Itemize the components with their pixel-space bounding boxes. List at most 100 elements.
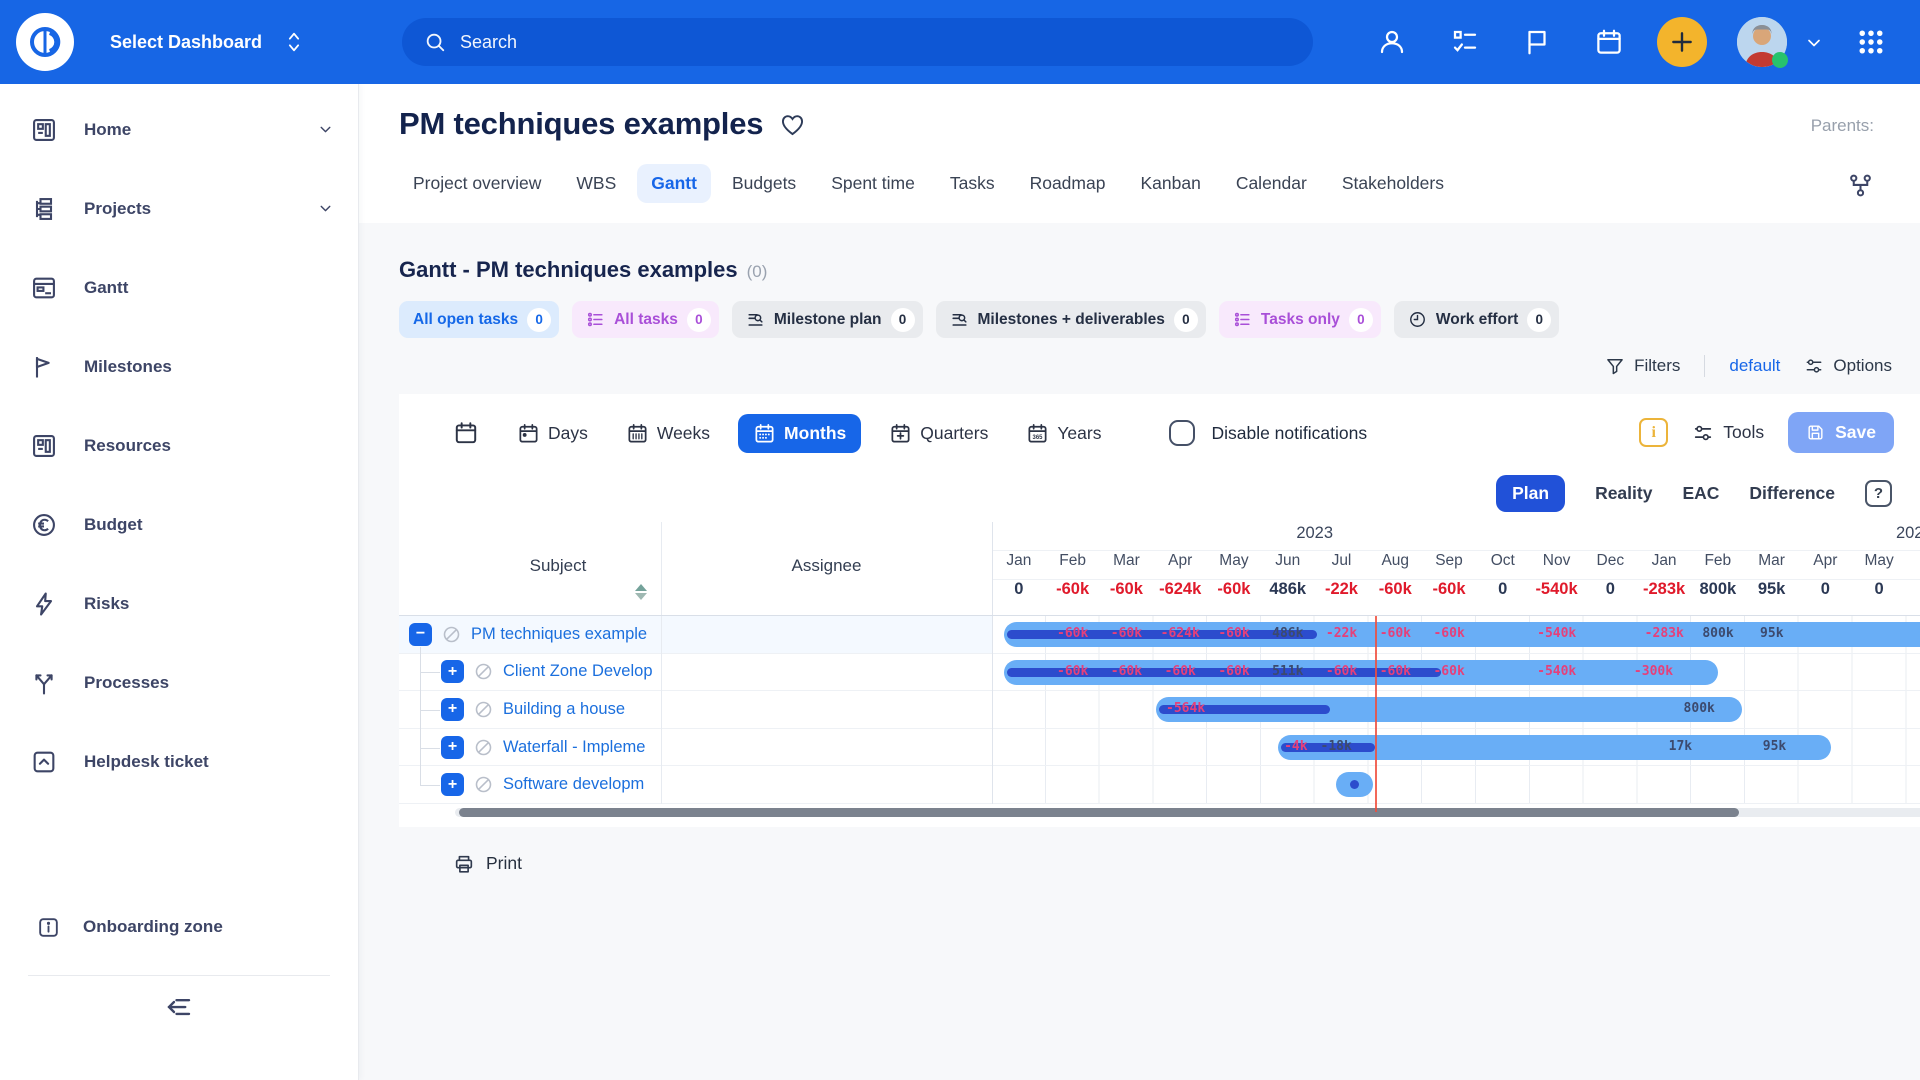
view-mode-plan[interactable]: Plan bbox=[1496, 475, 1565, 512]
tab-budgets[interactable]: Budgets bbox=[718, 164, 810, 203]
home-icon bbox=[30, 116, 58, 144]
online-status-dot bbox=[1772, 52, 1788, 68]
tasks-checklist-icon[interactable] bbox=[1450, 27, 1480, 57]
cal-months-icon bbox=[753, 422, 776, 445]
gantt-toolbar: DaysWeeksMonthsQuartersYears Disable not… bbox=[399, 408, 1920, 458]
quick-add-button[interactable] bbox=[1657, 17, 1707, 67]
tab-spent-time[interactable]: Spent time bbox=[817, 164, 929, 203]
expand-row-button[interactable]: + bbox=[441, 736, 464, 759]
assignee-cell[interactable] bbox=[661, 766, 992, 803]
tab-roadmap[interactable]: Roadmap bbox=[1016, 164, 1120, 203]
main-content: PM techniques examples Parents: Project … bbox=[359, 84, 1920, 1080]
scale-button-weeks[interactable]: Weeks bbox=[616, 414, 720, 453]
bar-value-label: 486k bbox=[1272, 626, 1303, 641]
chip-count-badge: 0 bbox=[527, 308, 551, 332]
hierarchy-options-icon[interactable] bbox=[1847, 172, 1874, 199]
jump-to-date-icon[interactable] bbox=[453, 420, 479, 446]
assignee-cell[interactable] bbox=[661, 654, 992, 691]
sidebar-item-processes[interactable]: Processes bbox=[0, 643, 358, 722]
sidebar-collapse-button[interactable] bbox=[0, 992, 358, 1022]
help-icon[interactable]: ? bbox=[1865, 480, 1892, 507]
sidebar-item-projects[interactable]: Projects bbox=[0, 169, 358, 248]
month-label: Mar bbox=[1745, 552, 1799, 570]
filter-chip-milestone-plan[interactable]: Milestone plan0 bbox=[732, 301, 923, 338]
chip-label: Milestones + deliverables bbox=[978, 311, 1165, 329]
sidebar-item-milestones[interactable]: Milestones bbox=[0, 327, 358, 406]
monthly-total-value: -624k bbox=[1153, 580, 1207, 599]
sidebar-item-home[interactable]: Home bbox=[0, 90, 358, 169]
expand-row-button[interactable]: + bbox=[441, 773, 464, 796]
sidebar-item-onboarding-zone[interactable]: Onboarding zone bbox=[0, 897, 358, 957]
monthly-totals-row: 0-60k-60k-624k-60k486k-22k-60k-60k0-540k… bbox=[992, 580, 1920, 599]
expand-row-button[interactable]: + bbox=[441, 698, 464, 721]
chip-label: All tasks bbox=[614, 311, 678, 329]
favorite-heart-icon[interactable] bbox=[779, 111, 806, 138]
calendar-icon[interactable] bbox=[1594, 27, 1624, 57]
tools-button[interactable]: Tools bbox=[1692, 422, 1764, 444]
save-button[interactable]: Save bbox=[1788, 412, 1894, 453]
task-subject-link[interactable]: Building a house bbox=[503, 700, 625, 719]
dashboard-selector[interactable]: Select Dashboard bbox=[110, 0, 304, 84]
chevron-down-icon[interactable] bbox=[1804, 33, 1824, 53]
app-logo[interactable] bbox=[16, 13, 74, 71]
tab-project-overview[interactable]: Project overview bbox=[399, 164, 555, 203]
sidebar-item-label: Onboarding zone bbox=[83, 917, 223, 937]
collapse-row-button[interactable]: − bbox=[409, 623, 432, 646]
info-icon[interactable]: i bbox=[1639, 418, 1668, 447]
task-subject-link[interactable]: PM techniques example bbox=[471, 625, 647, 644]
sidebar-item-budget[interactable]: Budget bbox=[0, 485, 358, 564]
default-filter-link[interactable]: default bbox=[1729, 356, 1780, 376]
search-input[interactable]: Search bbox=[402, 18, 1313, 66]
task-subject-link[interactable]: Client Zone Develop bbox=[503, 662, 653, 681]
scale-label: Months bbox=[784, 423, 846, 444]
timeline-cell: -4k-18k17k95k bbox=[992, 729, 1920, 766]
sidebar-item-resources[interactable]: Resources bbox=[0, 406, 358, 485]
view-mode-difference[interactable]: Difference bbox=[1749, 483, 1835, 504]
sort-toggle[interactable] bbox=[635, 584, 647, 600]
assignee-column-header[interactable]: Assignee bbox=[661, 556, 992, 576]
no-assignee-icon bbox=[441, 624, 462, 645]
options-button[interactable]: Options bbox=[1804, 356, 1892, 376]
disable-notifications-checkbox[interactable] bbox=[1169, 420, 1195, 446]
assignee-cell[interactable] bbox=[661, 616, 992, 653]
view-mode-eac[interactable]: EAC bbox=[1682, 483, 1719, 504]
sidebar-item-gantt[interactable]: Gantt bbox=[0, 248, 358, 327]
filters-button[interactable]: Filters bbox=[1605, 356, 1680, 376]
apps-grid-icon[interactable] bbox=[1856, 27, 1886, 57]
assignee-cell[interactable] bbox=[661, 691, 992, 728]
tab-calendar[interactable]: Calendar bbox=[1222, 164, 1321, 203]
gantt-table-header: Subject Assignee 20232024JanFebMarAprMay… bbox=[399, 522, 1920, 616]
tab-wbs[interactable]: WBS bbox=[562, 164, 630, 203]
chevron-updown-icon bbox=[284, 29, 304, 55]
expand-row-button[interactable]: + bbox=[441, 660, 464, 683]
filter-chip-work-effort[interactable]: Work effort0 bbox=[1394, 301, 1559, 338]
bar-value-label: -564k bbox=[1166, 701, 1205, 716]
filter-chip-milestones-deliverables[interactable]: Milestones + deliverables0 bbox=[936, 301, 1206, 338]
filters-row: Filters default Options bbox=[399, 350, 1920, 382]
user-icon[interactable] bbox=[1377, 27, 1407, 57]
subject-column-header[interactable]: Subject bbox=[455, 556, 661, 576]
filter-chip-all-tasks[interactable]: All tasks0 bbox=[572, 301, 719, 338]
filter-chip-tasks-only[interactable]: Tasks only0 bbox=[1219, 301, 1381, 338]
scale-button-months[interactable]: Months bbox=[738, 414, 861, 453]
print-button[interactable]: Print bbox=[453, 853, 1920, 875]
sidebar-item-helpdesk-ticket[interactable]: Helpdesk ticket bbox=[0, 722, 358, 801]
assignee-cell[interactable] bbox=[661, 729, 992, 766]
gantt-table-body: −PM techniques example-60k-60k-624k-60k4… bbox=[399, 616, 1920, 804]
tab-tasks[interactable]: Tasks bbox=[936, 164, 1009, 203]
task-subject-link[interactable]: Software developm bbox=[503, 775, 644, 794]
view-mode-reality[interactable]: Reality bbox=[1595, 483, 1652, 504]
chip-count-badge: 0 bbox=[1527, 308, 1551, 332]
scale-button-quarters[interactable]: Quarters bbox=[879, 414, 998, 453]
tab-kanban[interactable]: Kanban bbox=[1126, 164, 1214, 203]
tab-gantt[interactable]: Gantt bbox=[637, 164, 711, 203]
sidebar-item-risks[interactable]: Risks bbox=[0, 564, 358, 643]
scale-button-years[interactable]: Years bbox=[1016, 414, 1111, 453]
scrollbar-thumb[interactable] bbox=[459, 808, 1739, 817]
flag-icon[interactable] bbox=[1522, 27, 1552, 57]
filter-chip-all-open-tasks[interactable]: All open tasks0 bbox=[399, 301, 559, 338]
scale-button-days[interactable]: Days bbox=[507, 414, 598, 453]
tab-stakeholders[interactable]: Stakeholders bbox=[1328, 164, 1458, 203]
task-subject-link[interactable]: Waterfall - Impleme bbox=[503, 738, 645, 757]
bar-value-label: -60k bbox=[1433, 626, 1464, 641]
